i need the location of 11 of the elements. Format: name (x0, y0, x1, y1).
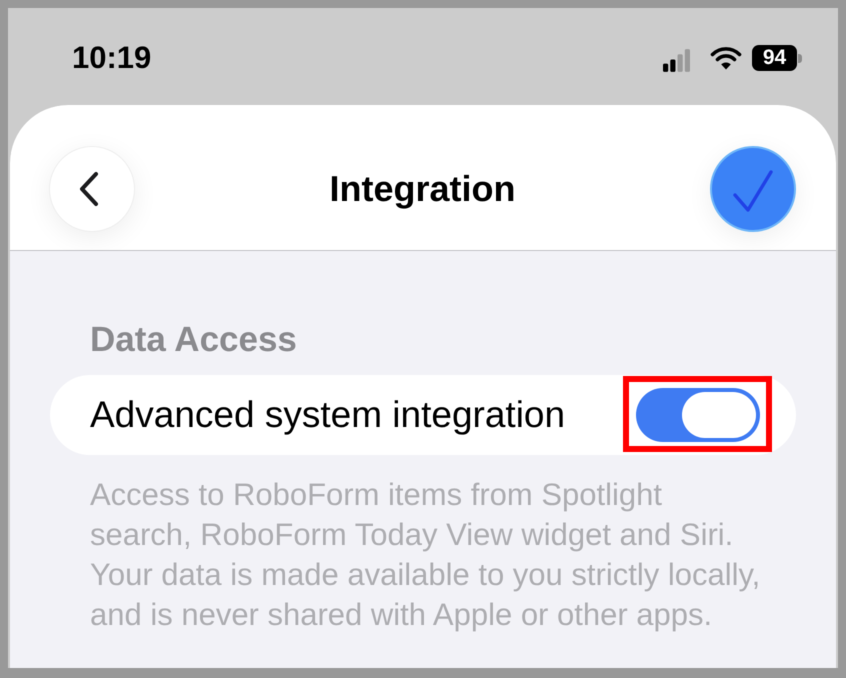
checkmark-icon (732, 170, 774, 212)
status-time: 10:19 (72, 40, 152, 76)
chevron-left-icon (79, 171, 99, 207)
cellular-signal-icon (663, 48, 690, 72)
battery-indicator: 94 (752, 45, 802, 71)
section-footer-text: Access to RoboForm items from Spotlight search, RoboForm Today View widget and Siri. Your data is made available to you strictly locally, and is never shared with Apple or other apps. (90, 476, 760, 634)
section-header: Data Access (90, 320, 297, 360)
toggle-switch[interactable] (636, 388, 760, 442)
wifi-icon (710, 46, 742, 70)
setting-label: Advanced system integration (90, 393, 566, 437)
screen-title: Integration (330, 167, 516, 211)
